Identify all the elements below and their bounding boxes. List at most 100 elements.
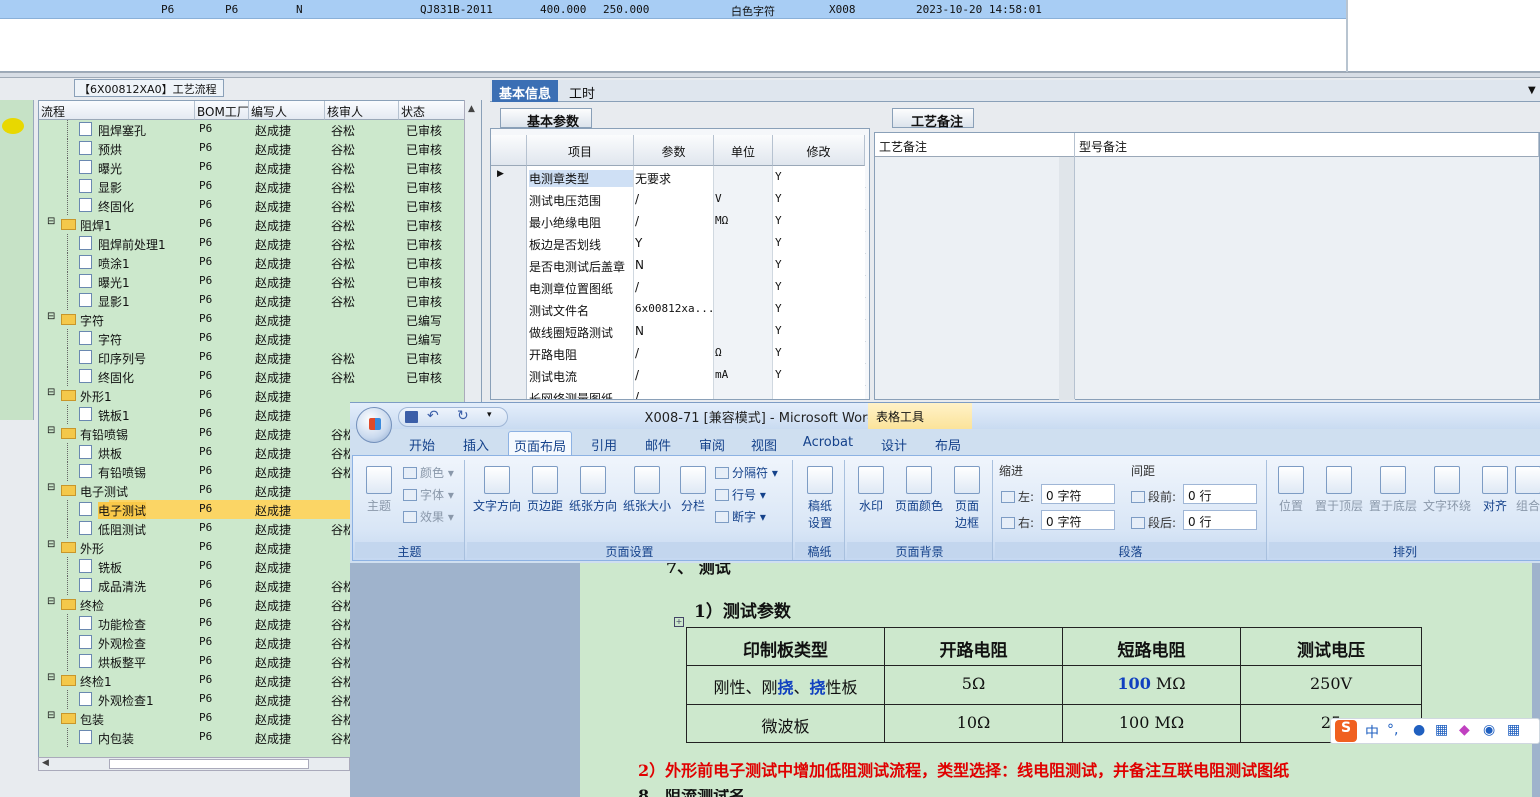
keyboard-icon[interactable]: ▦ (1435, 722, 1448, 738)
redo-icon[interactable]: ↻ (457, 408, 469, 424)
ime-chinese-mode[interactable]: 中 (1365, 722, 1379, 742)
tree-row[interactable]: 喷涂1 P6 赵成捷 谷松 已审核 (39, 253, 469, 272)
param-row[interactable]: 测试文件名 6x00812xa... Y (491, 298, 866, 320)
send-back-button[interactable]: 置于底层 (1367, 466, 1419, 514)
param-row[interactable]: 开路电阻 / Ω Y (491, 342, 866, 364)
col-header-process-note[interactable]: 工艺备注 (875, 133, 1075, 157)
row-header[interactable] (491, 386, 527, 399)
tree-row[interactable]: ⊟ 字符 P6 赵成捷 已编写 (39, 310, 469, 329)
param-row[interactable]: 测试电压范围 / V Y (491, 188, 866, 210)
notes-scrollbar[interactable] (1059, 157, 1075, 400)
scroll-left-icon[interactable]: ◀ (42, 758, 49, 768)
param-row[interactable]: 最小绝缘电阻 / MΩ Y (491, 210, 866, 232)
param-modify[interactable]: Y (775, 258, 782, 271)
undo-icon[interactable]: ↶ (427, 408, 439, 424)
scroll-thumb[interactable] (109, 759, 309, 769)
param-modify[interactable]: Y (775, 324, 782, 337)
tab-insert[interactable]: 插入 (456, 431, 496, 455)
bring-front-button[interactable]: 置于顶层 (1313, 466, 1365, 514)
tree-row[interactable]: 阻焊塞孔 P6 赵成捷 谷松 已审核 (39, 120, 469, 139)
row-header[interactable] (491, 342, 527, 364)
param-modify[interactable]: Y (775, 192, 782, 205)
param-modify[interactable]: Y (775, 346, 782, 359)
tree-row[interactable]: 预烘 P6 赵成捷 谷松 已审核 (39, 139, 469, 158)
page-color-button[interactable]: 页面颜色 (893, 466, 945, 514)
text-direction-button[interactable]: 文字方向 (471, 466, 523, 514)
param-row[interactable]: 板边是否划线 Y Y (491, 232, 866, 254)
tab-work-hours[interactable]: 工时 (562, 80, 602, 102)
row-header[interactable] (491, 276, 527, 298)
tree-row[interactable]: 阻焊前处理1 P6 赵成捷 谷松 已审核 (39, 234, 469, 253)
align-button[interactable]: 对齐 (1477, 466, 1513, 514)
watermark-button[interactable]: 水印 (851, 466, 891, 514)
param-value[interactable]: / (635, 368, 639, 382)
horizontal-splitter[interactable] (0, 72, 1540, 78)
selected-record-row[interactable]: P6 P6 N QJ831B-2011 400.000 250.000 白色字符… (0, 0, 1346, 19)
tree-row[interactable]: 终固化 P6 赵成捷 谷松 已审核 (39, 196, 469, 215)
row-header[interactable] (491, 210, 527, 232)
page-borders-button[interactable]: 页面 边框 (947, 466, 987, 531)
collapse-toggle-icon[interactable]: ⊟ (47, 311, 55, 322)
orientation-button[interactable]: 纸张方向 (567, 466, 619, 514)
collapse-toggle-icon[interactable]: ⊟ (47, 596, 55, 607)
tab-home[interactable]: 开始 (402, 431, 442, 455)
tab-view[interactable]: 视图 (744, 431, 784, 455)
collapse-toggle-icon[interactable]: ⊟ (47, 387, 55, 398)
param-row[interactable]: 电测章位置图纸 / Y (491, 276, 866, 298)
row-header[interactable] (491, 320, 527, 342)
indent-left-spinner[interactable]: 0 字符 (1041, 484, 1115, 504)
col-header-author[interactable]: 编写人 (249, 101, 325, 120)
tree-row[interactable]: 字符 P6 赵成捷 已编写 (39, 329, 469, 348)
tab-acrobat[interactable]: Acrobat (798, 431, 858, 455)
game-icon[interactable]: ◉ (1483, 722, 1495, 738)
param-value[interactable]: / (635, 346, 639, 360)
col-header-bom[interactable]: BOM工厂 (195, 101, 249, 120)
table-move-handle-icon[interactable]: + (674, 617, 684, 627)
col-header-flow[interactable]: 流程 (39, 101, 195, 120)
row-header[interactable] (491, 254, 527, 276)
row-header[interactable] (491, 232, 527, 254)
collapse-toggle-icon[interactable]: ⊟ (47, 482, 55, 493)
param-row[interactable]: 测试电流 / mA Y (491, 364, 866, 386)
margins-button[interactable]: 页边距 (525, 466, 565, 514)
row-header[interactable]: ▶ (491, 166, 527, 188)
save-icon[interactable] (405, 411, 418, 423)
test-param-table[interactable]: 印制板类型 开路电阻 短路电阻 测试电压 刚性、刚挠、挠性板 5Ω 100 MΩ… (686, 627, 1422, 743)
spacing-before-spinner[interactable]: 0 行 (1183, 484, 1257, 504)
tree-row[interactable]: 印序列号 P6 赵成捷 谷松 已审核 (39, 348, 469, 367)
collapse-toggle-icon[interactable]: ⊟ (47, 425, 55, 436)
param-row[interactable]: 长网络测量图纸 / (491, 386, 866, 399)
tree-row[interactable]: 终固化 P6 赵成捷 谷松 已审核 (39, 367, 469, 386)
collapse-toggle-icon[interactable]: ⊟ (47, 216, 55, 227)
tree-row[interactable]: 显影1 P6 赵成捷 谷松 已审核 (39, 291, 469, 310)
param-value[interactable]: / (635, 214, 639, 228)
tree-row[interactable]: 曝光1 P6 赵成捷 谷松 已审核 (39, 272, 469, 291)
tab-layout[interactable]: 布局 (928, 431, 968, 455)
hyphenation-button[interactable]: 断字 ▾ (715, 508, 766, 525)
param-modify[interactable]: Y (775, 236, 782, 249)
param-modify[interactable]: Y (775, 302, 782, 315)
tab-mailings[interactable]: 邮件 (638, 431, 678, 455)
param-value[interactable]: / (635, 280, 639, 294)
tree-row[interactable]: ⊟ 阻焊1 P6 赵成捷 谷松 已审核 (39, 215, 469, 234)
size-button[interactable]: 纸张大小 (621, 466, 673, 514)
param-modify[interactable]: Y (775, 280, 782, 293)
col-header-param[interactable]: 参数 (634, 135, 714, 166)
param-modify[interactable]: Y (775, 170, 782, 183)
param-value[interactable]: / (635, 192, 639, 206)
chat-bubble-icon[interactable] (2, 118, 24, 134)
param-value[interactable]: 6x00812xa... (635, 302, 714, 315)
collapse-toggle-icon[interactable]: ⊟ (47, 710, 55, 721)
param-modify[interactable]: Y (775, 368, 782, 381)
tab-page-layout[interactable]: 页面布局 (508, 431, 572, 455)
breaks-button[interactable]: 分隔符 ▾ (715, 464, 778, 481)
scroll-up-icon[interactable]: ▲ (468, 104, 475, 114)
col-header-status[interactable]: 状态 (399, 101, 469, 120)
theme-fonts-button[interactable]: 字体 ▾ (403, 486, 454, 503)
microphone-icon[interactable]: ● (1413, 722, 1425, 738)
tree-row[interactable]: 显影 P6 赵成捷 谷松 已审核 (39, 177, 469, 196)
row-header[interactable] (491, 188, 527, 210)
spacing-after-spinner[interactable]: 0 行 (1183, 510, 1257, 530)
tab-basic-info[interactable]: 基本信息 (492, 80, 559, 102)
param-row[interactable]: 是否电测试后盖章 N Y (491, 254, 866, 276)
